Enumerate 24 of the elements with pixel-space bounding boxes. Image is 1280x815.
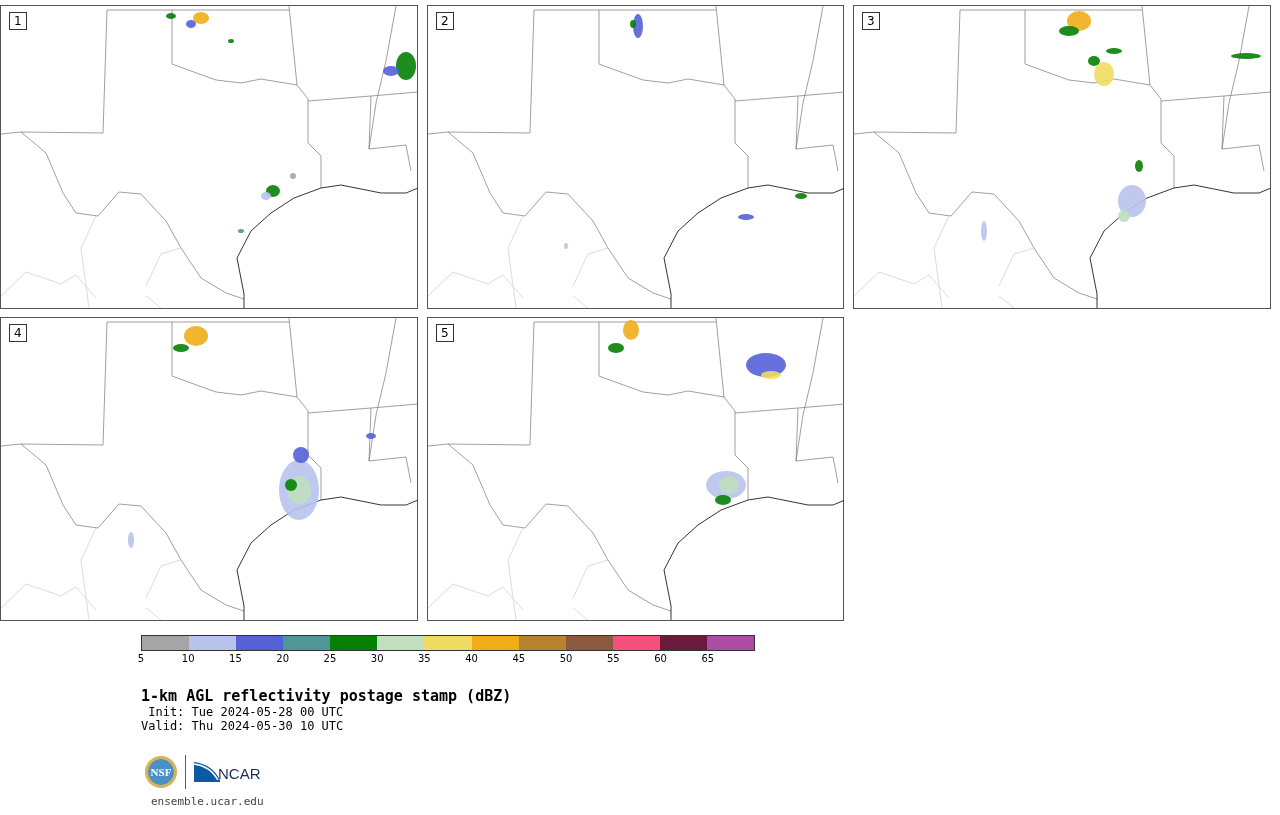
tick-label: 10 — [181, 653, 195, 664]
tick-label: 40 — [465, 653, 478, 664]
ncar-logo: NCAR — [194, 762, 261, 782]
tick-label: 45 — [512, 653, 526, 664]
valid-time: Valid: Thu 2024-05-30 10 UTC — [141, 719, 345, 733]
tick-label: 65 — [701, 653, 715, 664]
panel-number: 5 — [436, 324, 454, 342]
chart-title: 1-km AGL reflectivity postage stamp (dBZ) — [141, 687, 513, 705]
tick-label: 30 — [370, 653, 384, 664]
tick-label: 15 — [229, 653, 242, 664]
init-time: Init: Tue 2024-05-28 00 UTC — [147, 705, 345, 719]
site-url: ensemble.ucar.edu — [151, 795, 265, 808]
seal-logo: NSF — [145, 756, 177, 788]
tick-label: 25 — [323, 653, 337, 664]
tick-label: 60 — [654, 653, 667, 664]
tick-label: 5 — [137, 653, 145, 664]
panel-number: 2 — [436, 12, 454, 30]
tick-label: 35 — [418, 653, 431, 664]
tick-label: 55 — [606, 653, 620, 664]
panel-number: 1 — [9, 12, 27, 30]
panel-number: 3 — [862, 12, 880, 30]
tick-label: 50 — [559, 653, 573, 664]
panel-number: 4 — [9, 324, 27, 342]
tick-label: 20 — [276, 653, 290, 664]
